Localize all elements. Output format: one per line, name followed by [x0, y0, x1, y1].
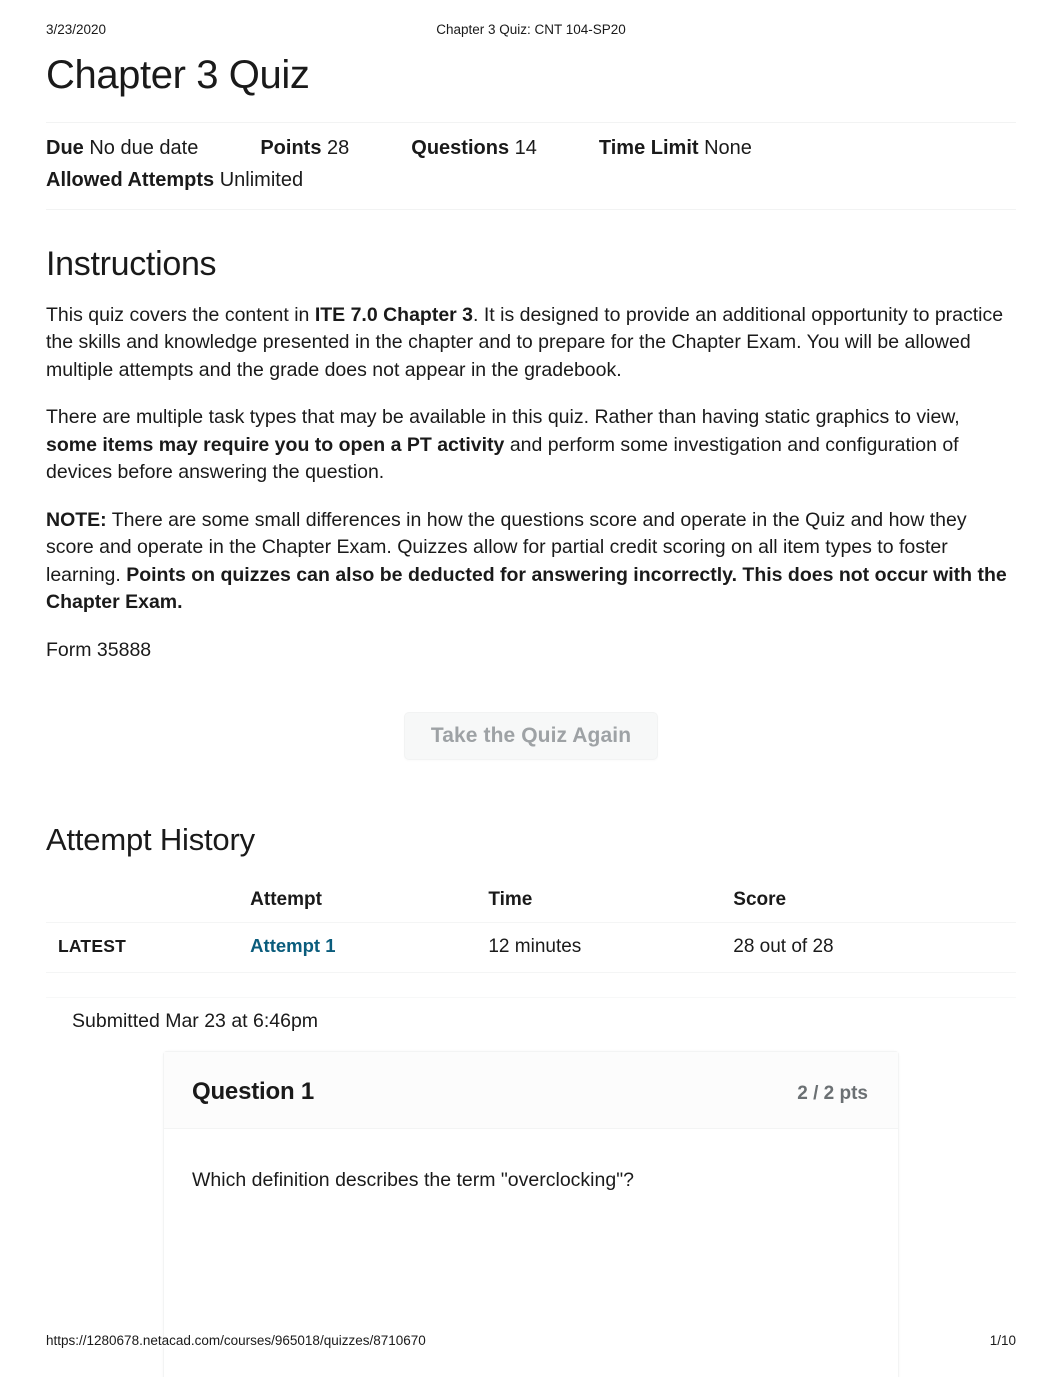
instructions-p2-text-1: There are multiple task types that may b…: [46, 406, 960, 429]
row-latest-flag-cell: LATEST: [46, 922, 251, 973]
form-number: Form 35888: [46, 638, 152, 661]
question-card: Question 1 2 / 2 pts Which definition de…: [163, 1051, 899, 1377]
instructions-paragraph-2: There are multiple task types that may b…: [46, 404, 1016, 486]
meta-time-limit-value: None: [704, 137, 752, 159]
attempt-history-section: Attempt History Attempt Time Score LATES…: [46, 822, 1016, 998]
meta-points: Points 28: [260, 132, 349, 164]
meta-points-label: Points: [260, 137, 322, 159]
instructions-p1-text-1: This quiz covers the content in: [46, 303, 315, 326]
meta-time-limit-label: Time Limit: [598, 137, 699, 159]
main-content: Chapter 3 Quiz Due No due date Points 28 Q…: [46, 52, 1016, 664]
meta-points-value: 28: [327, 137, 350, 159]
column-header-score: Score: [733, 880, 1016, 923]
row-attempt-cell: Attempt 1: [250, 922, 489, 973]
quiz-results-page: 3/23/2020 Chapter 3 Quiz: CNT 104-SP20 C…: [0, 0, 1062, 1377]
table-header-row: Attempt Time Score: [46, 880, 1016, 923]
instructions-paragraph-1: This quiz covers the content in ITE 7.0 …: [46, 302, 1016, 384]
instructions-paragraph-3-note: NOTE: There are some small differences i…: [46, 507, 1016, 617]
meta-allowed-attempts-label: Allowed Attempts: [46, 169, 215, 192]
meta-questions-value: 14: [514, 137, 537, 159]
quiz-meta-row-2: Allowed Attempts Unlimited: [46, 164, 1016, 196]
meta-questions-label: Questions: [411, 137, 510, 159]
attempt-history-tbody: LATEST Attempt 1 12 minutes 28 out of 28: [46, 922, 1016, 973]
take-quiz-again-wrapper: Take the Quiz Again: [0, 712, 1062, 760]
latest-badge: LATEST: [58, 935, 126, 956]
meta-due-label: Due: [46, 137, 84, 159]
column-header-attempt: Attempt: [250, 880, 489, 923]
row-time-cell: 12 minutes: [488, 922, 734, 973]
print-footer: https://1280678.netacad.com/courses/9650…: [0, 1333, 1062, 1351]
print-footer-url: https://1280678.netacad.com/courses/9650…: [46, 1333, 426, 1348]
row-score-cell: 28 out of 28: [733, 922, 1016, 973]
meta-time-limit: Time Limit None: [599, 132, 752, 164]
instructions-p3-bold-tail: Points on quizzes can also be deducted f…: [46, 563, 1007, 614]
column-header-flag: [46, 880, 251, 923]
page-title: Chapter 3 Quiz: [46, 53, 310, 97]
question-points-badge: 2 / 2 pts: [797, 1083, 868, 1104]
submitted-timestamp: Submitted Mar 23 at 6:46pm: [72, 1010, 319, 1032]
attempt-1-link[interactable]: Attempt 1: [250, 935, 335, 956]
question-title: Question 1: [192, 1078, 315, 1105]
question-header: Question 1 2 / 2 pts: [164, 1052, 898, 1129]
instructions-heading: Instructions: [46, 244, 217, 283]
attempt-history-spacer: [46, 973, 1016, 998]
quiz-meta-block: Due No due date Points 28 Questions 14 Time…: [46, 122, 1016, 210]
question-text: Which definition describes the term "ove…: [192, 1169, 634, 1191]
meta-allowed-attempts: Allowed Attempts Unlimited: [46, 164, 303, 196]
meta-due: Due No due date: [46, 132, 198, 164]
attempt-history-heading: Attempt History: [46, 822, 255, 857]
table-row: LATEST Attempt 1 12 minutes 28 out of 28: [46, 922, 1016, 973]
print-document-title: Chapter 3 Quiz: CNT 104-SP20: [436, 22, 626, 37]
print-footer-page-number: 1/10: [989, 1333, 1016, 1348]
column-header-time: Time: [488, 880, 734, 923]
instructions-p2-bold: some items may require you to open a PT …: [46, 433, 505, 456]
meta-questions: Questions 14: [411, 132, 537, 164]
attempt-history-table: Attempt Time Score LATEST Attempt 1 12 m…: [46, 880, 1016, 973]
attempt-history-thead: Attempt Time Score: [46, 880, 1016, 923]
meta-due-value: No due date: [89, 137, 199, 159]
print-header: 3/23/2020 Chapter 3 Quiz: CNT 104-SP20: [0, 22, 1062, 40]
quiz-meta-row-1: Due No due date Points 28 Questions 14 Time…: [46, 132, 1016, 164]
meta-allowed-attempts-value: Unlimited: [219, 169, 304, 192]
instructions-p1-bold: ITE 7.0 Chapter 3: [314, 303, 474, 326]
take-quiz-again-button[interactable]: Take the Quiz Again: [403, 712, 659, 760]
instructions-note-label: NOTE:: [46, 508, 107, 531]
